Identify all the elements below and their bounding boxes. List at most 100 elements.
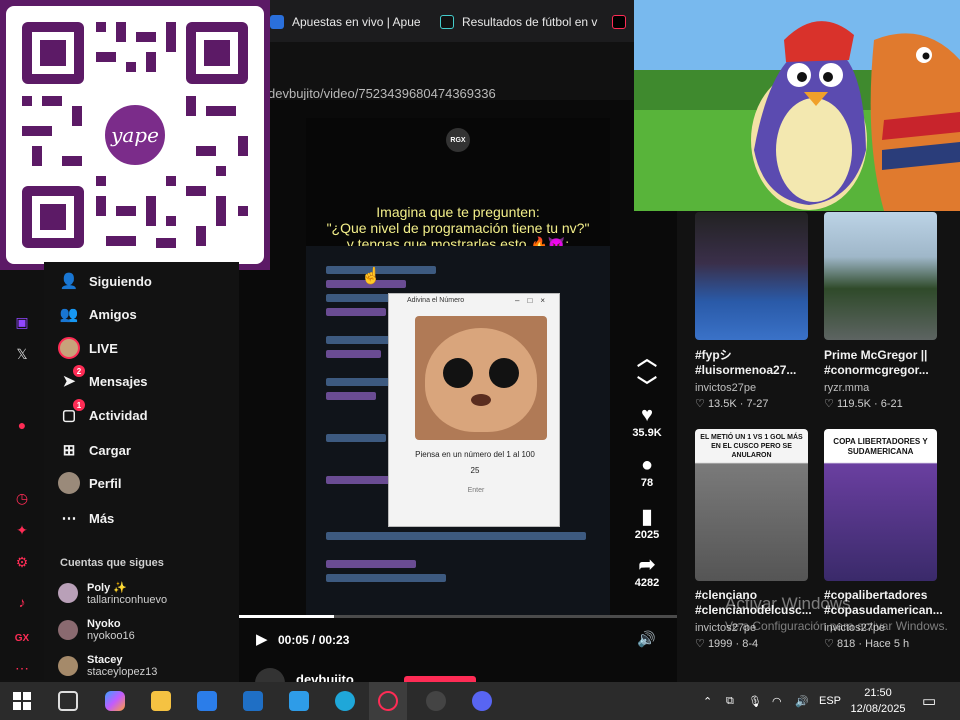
followed-account[interactable]: Poly ✨ tallarinconhuevo	[58, 577, 167, 609]
wifi-icon[interactable]: ◠	[772, 682, 782, 720]
nav-cargar[interactable]: ⊞ Cargar	[58, 436, 131, 464]
more-icon: ⋯	[61, 510, 77, 527]
like-button[interactable]: ♥ 35.9K	[627, 404, 667, 439]
vscode-icon[interactable]	[289, 691, 309, 711]
friends-icon: 👥	[59, 306, 79, 323]
account-name: Nyoko	[87, 618, 121, 630]
nav-live[interactable]: LIVE	[58, 334, 118, 362]
comment-button[interactable]: ● 78	[627, 454, 667, 489]
thumbnail-caption: EL METIÓ UN 1 VS 1 GOL MÁS EN EL CUSCO P…	[700, 434, 803, 459]
post-date: Hace 5 h	[865, 638, 910, 650]
opera-gx-icon[interactable]	[378, 691, 398, 711]
nav-mensajes[interactable]: ➤ 2 Mensajes	[58, 365, 148, 395]
activate-windows-text: Ve a Configuración para activar Windows.	[725, 619, 948, 633]
save-button[interactable]: ▮ 2025	[627, 504, 667, 541]
browser-tab-tiktok[interactable]	[612, 8, 634, 36]
next-video-button[interactable]: ﹀	[627, 370, 667, 399]
opera-gx-icon[interactable]: GX	[12, 628, 32, 648]
video-card-user[interactable]: invictos27pe	[695, 382, 756, 394]
video-card-stats: ♡ 119.5K · 6-21	[824, 398, 903, 410]
code-line	[326, 336, 396, 344]
windows-taskbar: ⌃ ⧉ 🎙 ◠ 🔊 ESP 21:50 12/08/2025 ▭	[0, 682, 960, 720]
video-card-stats: ♡ 13.5K · 7-27	[695, 398, 769, 410]
video-thumbnail[interactable]: COPA LIBERTADORES Y SUDAMERICANA	[824, 429, 937, 581]
video-player[interactable]: RGX Imagina que te pregunten: "¿Que nive…	[306, 118, 610, 615]
nav-siguiendo[interactable]: 👤 Siguiendo	[58, 267, 152, 295]
video-card-title[interactable]: #fypシ #luisormenoa27...	[695, 348, 810, 378]
code-line	[326, 560, 416, 568]
tiktok-icon	[440, 15, 454, 29]
task-view-icon[interactable]	[58, 691, 78, 711]
tray-chevron-icon[interactable]: ⌃	[703, 682, 712, 720]
windows-start-icon[interactable]	[12, 691, 32, 711]
language-indicator[interactable]: ESP	[819, 682, 841, 720]
heart-outline-icon: ♡	[824, 638, 834, 650]
backyardigans-illustration	[634, 0, 960, 211]
volume-icon[interactable]: 🔊	[795, 682, 809, 720]
outlook-icon[interactable]	[243, 691, 263, 711]
caption-line: "¿Que nivel de programación tiene tu nv?…	[326, 220, 590, 236]
history-icon[interactable]: ◷	[12, 488, 32, 508]
browser-tab-resultados[interactable]: Resultados de fútbol en v	[440, 8, 600, 36]
following-icon: 👤	[59, 273, 79, 290]
record-icon[interactable]: ●	[12, 415, 32, 435]
thumbnail-caption: COPA LIBERTADORES Y SUDAMERICANA	[833, 437, 928, 456]
twitch-icon[interactable]: ▣	[12, 312, 32, 332]
progress-fill	[239, 615, 335, 618]
cat-eye	[443, 358, 473, 388]
volume-button[interactable]: 🔊	[637, 630, 656, 648]
share-button[interactable]: ➦ 4282	[627, 552, 667, 589]
speedometer-icon[interactable]	[426, 691, 446, 711]
like-count: 35.9K	[632, 427, 662, 439]
extensions-icon[interactable]: ✦	[12, 520, 32, 540]
chevron-down-icon: ﹀	[637, 376, 657, 398]
microphone-icon[interactable]: 🎙	[748, 682, 762, 720]
play-button[interactable]: ▶	[256, 630, 268, 648]
browser-tab-apuestas[interactable]: Apuestas en vivo | Apues	[270, 8, 420, 36]
like-count: 119.5K	[836, 398, 871, 410]
heart-outline-icon: ♡	[695, 398, 705, 410]
tray-network-icon[interactable]: ⧉	[726, 682, 734, 720]
video-thumbnail[interactable]: EL METIÓ UN 1 VS 1 GOL MÁS EN EL CUSCO P…	[695, 429, 808, 581]
video-card-user[interactable]: ryzr.mma	[824, 382, 869, 394]
followed-account[interactable]: Nyoko nyokoo16	[58, 614, 135, 646]
nav-label: Amigos	[89, 306, 137, 322]
discord-icon[interactable]	[472, 691, 492, 711]
edge-icon[interactable]	[335, 691, 355, 711]
notification-badge: 1	[73, 399, 85, 411]
nav-amigos[interactable]: 👥 Amigos	[58, 300, 137, 328]
previous-video-button[interactable]: ︿	[627, 342, 667, 371]
video-thumbnail[interactable]	[824, 212, 937, 340]
avatar	[58, 620, 78, 640]
more-dots-icon[interactable]: ⋯	[12, 658, 32, 678]
code-line	[326, 532, 586, 540]
video-progress-bar[interactable]	[239, 615, 677, 618]
video-thumbnail[interactable]	[695, 212, 808, 340]
notifications-icon[interactable]: ▭	[922, 682, 936, 720]
copilot-icon[interactable]	[105, 691, 125, 711]
tiktok-icon[interactable]: ♪	[12, 592, 32, 612]
account-handle: nyokoo16	[87, 630, 135, 642]
title-line: Prime McGregor ||	[824, 348, 928, 362]
nav-label: LIVE	[89, 340, 118, 356]
video-card-title[interactable]: Prime McGregor || #conormcgregor...	[824, 348, 939, 378]
post-date: 7-27	[746, 398, 769, 410]
settings-icon[interactable]: ⚙	[12, 552, 32, 572]
comment-icon: ●	[640, 454, 654, 476]
file-explorer-icon[interactable]	[151, 691, 171, 711]
url-text: devbujito/video/7523439680474369336	[268, 86, 496, 101]
nav-mas[interactable]: ⋯ Más	[58, 504, 115, 532]
microsoft-store-icon[interactable]	[197, 691, 217, 711]
nav-actividad[interactable]: ▢ 1 Actividad	[58, 399, 148, 429]
tiktok-sidebar: 👤 Siguiendo 👥 Amigos LIVE ➤ 2 Mensajes ▢ 1…	[44, 262, 239, 682]
nav-label: Siguiendo	[89, 273, 152, 289]
nav-perfil[interactable]: Perfil	[58, 469, 122, 497]
title-line: #fypシ	[695, 348, 732, 362]
comment-count: 78	[640, 477, 654, 489]
followed-account[interactable]: Stacey staceylopez13	[58, 650, 157, 682]
share-icon: ➦	[638, 554, 656, 576]
x-icon[interactable]: 𝕏	[12, 344, 32, 364]
clock-date: 12/08/2025	[850, 703, 906, 715]
mouse-cursor-icon: ☝	[361, 268, 381, 285]
system-clock[interactable]: 21:50 12/08/2025	[846, 685, 910, 717]
